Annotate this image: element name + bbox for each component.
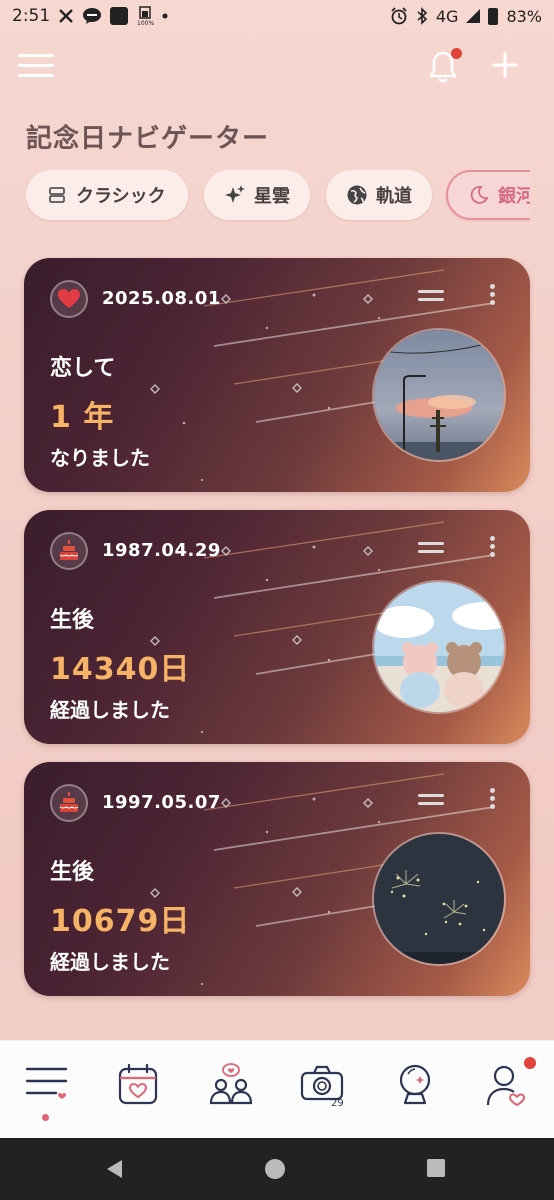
drag-handle[interactable] [418, 290, 444, 302]
list-icon [46, 184, 68, 206]
theme-chip-galaxy[interactable]: 銀河 [446, 170, 530, 220]
date-badge [50, 784, 88, 822]
notification-dot [451, 48, 462, 59]
card-count: 14340日 [50, 652, 191, 687]
theme-chip-orbit[interactable]: 軌道 [326, 170, 432, 220]
theme-chip-classic[interactable]: クラシック [26, 170, 188, 220]
moon-icon [468, 184, 490, 206]
sunset-sky-photo [372, 328, 506, 462]
cake-icon [59, 540, 79, 560]
nav-crystal-ball[interactable] [392, 1061, 438, 1111]
nav-calendar[interactable] [116, 1061, 162, 1111]
camera-icon: 29 [300, 1065, 344, 1109]
theme-chip-label: 星雲 [254, 186, 290, 207]
theme-chip-nebula[interactable]: 星雲 [204, 170, 310, 220]
card-date: 1997.05.07 [102, 792, 221, 813]
more-options-button[interactable] [486, 536, 498, 560]
fireworks-photo [372, 832, 506, 966]
add-anniversary-button[interactable] [490, 50, 522, 86]
battery-saver-icon: 100% [136, 6, 154, 26]
nav-profile[interactable] [484, 1057, 536, 1111]
anniversary-card[interactable]: 1997.05.07 生後 10679日 経過しました [24, 762, 530, 996]
card-label: 生後 [50, 608, 95, 633]
card-label: 生後 [50, 860, 95, 885]
network-type: 4G [435, 6, 459, 26]
profile-notification-dot [524, 1057, 536, 1069]
theme-chip-label: 銀河 [498, 186, 530, 207]
battery-icon [488, 7, 499, 25]
crystal-ball-icon [399, 1064, 431, 1105]
chat-icon [82, 7, 102, 25]
profile-heart-icon [486, 1065, 526, 1107]
more-options-button[interactable] [486, 788, 498, 812]
notification-button[interactable] [428, 48, 462, 86]
card-count: 10679日 [50, 904, 191, 939]
svg-text:100%: 100% [137, 20, 154, 26]
card-suffix: 経過しました [50, 950, 170, 974]
teddy-bears-photo [372, 580, 506, 714]
back-icon[interactable] [104, 1158, 126, 1180]
couple-icon [209, 1063, 253, 1105]
calendar-heart-icon [118, 1063, 158, 1105]
list-heart-icon [25, 1067, 68, 1099]
plus-icon [492, 52, 518, 78]
theme-selector: クラシック 星雲 軌道 銀河 [26, 170, 530, 222]
date-badge [50, 532, 88, 570]
globe-icon [346, 184, 368, 206]
nav-camera[interactable]: 29 [300, 1061, 346, 1111]
more-options-button[interactable] [486, 284, 498, 308]
card-suffix: なりました [50, 446, 150, 470]
screen: 2:51 100% 4G 83% 記念日ナビゲーター クラシック 星雲 軌道 銀… [0, 0, 554, 1200]
card-suffix: 経過しました [50, 698, 170, 722]
recents-icon[interactable] [426, 1158, 446, 1178]
theme-chip-label: クラシック [76, 186, 166, 207]
sparkle-icon [224, 184, 246, 206]
theme-chip-label: 軌道 [376, 186, 412, 207]
x-logo-icon [58, 8, 74, 24]
anniversary-card[interactable]: 1987.04.29 生後 14340日 経過しました [24, 510, 530, 744]
battery-level: 83% [506, 6, 542, 26]
drag-handle[interactable] [418, 542, 444, 554]
bottom-navigation: 29 [0, 1040, 554, 1138]
nav-couple[interactable] [208, 1061, 254, 1111]
nav-list[interactable] [24, 1061, 70, 1111]
hamburger-icon [18, 54, 54, 57]
status-bar: 2:51 100% 4G 83% [0, 0, 554, 32]
top-bar [0, 48, 554, 88]
home-icon[interactable] [264, 1158, 286, 1180]
status-time: 2:51 [12, 6, 51, 26]
hamburger-menu-button[interactable] [18, 54, 54, 82]
card-count: 1 年 [50, 400, 115, 435]
page-title: 記念日ナビゲーター [26, 124, 270, 154]
dot-icon [162, 13, 168, 19]
card-label: 恋して [50, 356, 116, 381]
card-date: 1987.04.29 [102, 540, 221, 561]
bluetooth-icon [416, 7, 428, 25]
app-square-icon [110, 7, 129, 25]
camera-badge-text: 29 [331, 1098, 344, 1107]
heart-icon [58, 289, 80, 308]
drag-handle[interactable] [418, 794, 444, 806]
cake-icon [59, 792, 79, 812]
anniversary-card[interactable]: 2025.08.01 恋して 1 年 なりました [24, 258, 530, 492]
date-badge [50, 280, 88, 318]
alarm-icon [390, 7, 408, 25]
system-navigation-bar [0, 1138, 554, 1200]
signal-icon [466, 9, 481, 23]
card-date: 2025.08.01 [102, 288, 221, 309]
active-tab-indicator [42, 1114, 49, 1121]
